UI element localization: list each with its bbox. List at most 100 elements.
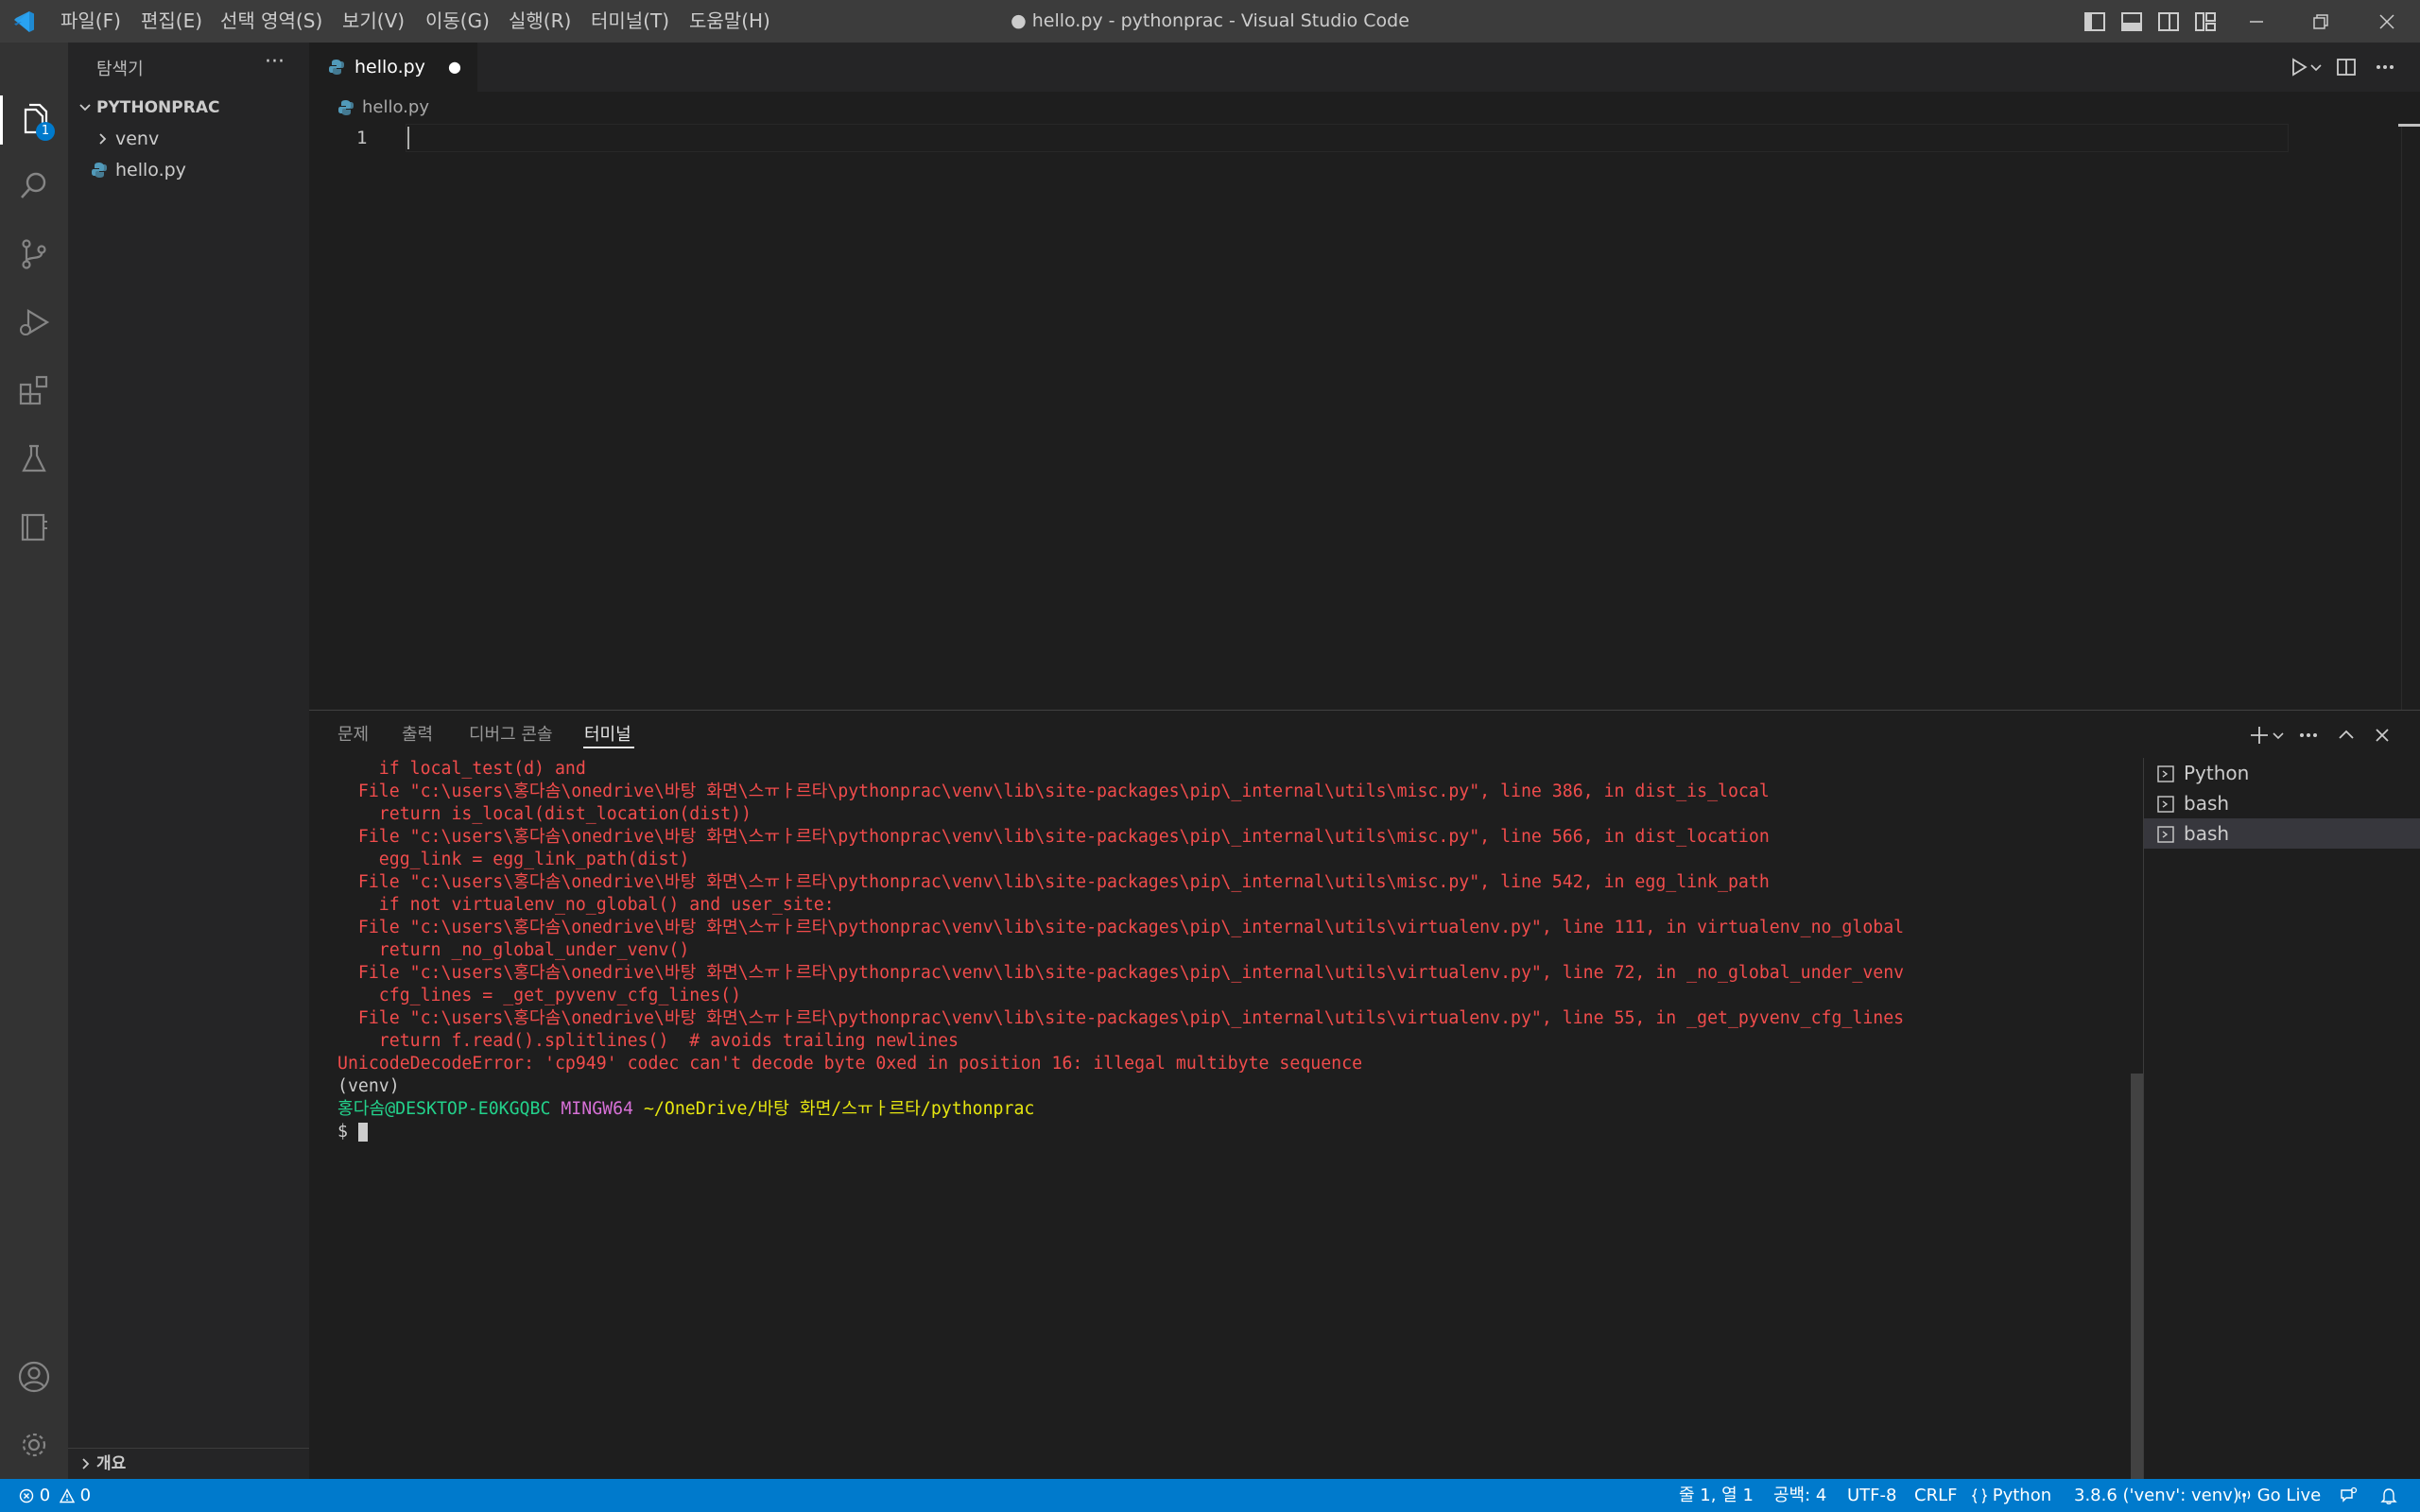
tree-item-venv[interactable]: venv	[68, 124, 309, 154]
text-cursor	[407, 127, 409, 149]
chevron-right-icon	[93, 124, 112, 154]
editor-more-actions-icon[interactable]	[2373, 55, 2397, 79]
python-file-icon	[91, 162, 108, 179]
terminal-input-line: $	[337, 1121, 368, 1143]
close-panel-icon[interactable]	[2370, 723, 2394, 747]
outline-section[interactable]: 개요	[68, 1448, 309, 1480]
split-editor-icon[interactable]	[2334, 55, 2359, 79]
panel-tab-problems[interactable]: 문제	[337, 711, 369, 760]
terminal-icon	[2157, 796, 2174, 813]
terminal-tab-bash-2[interactable]: bash	[2144, 818, 2420, 849]
panel-tab-terminal[interactable]: 터미널	[584, 711, 631, 760]
panel-tab-debug-console[interactable]: 디버그 콘솔	[469, 711, 553, 760]
terminal-tab-label: Python	[2184, 762, 2250, 784]
terminal-tab-bash-1[interactable]: bash	[2144, 788, 2420, 818]
search-icon[interactable]	[17, 169, 51, 203]
terminal-line: File "c:\users\홍다솜\onedrive\바탕 화면\스ㅠㅏ르타\…	[337, 782, 1770, 801]
end-of-line[interactable]: CRLF	[1914, 1479, 1957, 1512]
close-window-icon[interactable]	[2375, 9, 2399, 34]
terminal-line: File "c:\users\홍다솜\onedrive\바탕 화면\스ㅠㅏ르타\…	[337, 918, 1905, 937]
terminal-tab-label: bash	[2184, 822, 2230, 845]
notebook-icon[interactable]	[17, 509, 51, 543]
panel-tab-output[interactable]: 출력	[402, 711, 433, 760]
minimize-icon[interactable]	[2244, 9, 2269, 34]
breadcrumb: hello.py	[309, 92, 2420, 124]
status-bar: 0 0 줄 1, 열 1 공백: 4 UTF-8 CRLF Python 3.8…	[0, 1479, 2420, 1512]
terminal-line: if local_test(d) and	[337, 759, 586, 779]
panel-more-actions-icon[interactable]	[2296, 723, 2321, 747]
run-dropdown-chevron-icon[interactable]	[2308, 55, 2324, 79]
terminal-error-line: UnicodeDecodeError: 'cp949' codec can't …	[337, 1054, 1363, 1074]
new-terminal-plus-icon[interactable]	[2247, 723, 2272, 747]
breadcrumb-file[interactable]: hello.py	[362, 92, 429, 124]
active-indicator	[0, 95, 3, 145]
unsaved-dot-icon[interactable]: ●	[448, 43, 461, 92]
terminal-line: egg_link = egg_link_path(dist)	[337, 850, 690, 869]
menu-view[interactable]: 보기(V)	[342, 0, 405, 43]
cursor-position[interactable]: 줄 1, 열 1	[1679, 1479, 1754, 1512]
editor-tab-bar: hello.py ●	[309, 43, 2420, 92]
workspace-root-row[interactable]: PYTHONPRAC	[68, 93, 309, 123]
code-editor[interactable]: 1	[309, 124, 2420, 710]
notifications-bell-icon[interactable]	[2379, 1486, 2398, 1505]
menu-go[interactable]: 이동(G)	[425, 0, 490, 43]
error-count: 0	[39, 1486, 51, 1505]
toggle-secondary-sidebar-icon[interactable]	[2156, 9, 2181, 34]
customize-layout-icon[interactable]	[2193, 9, 2218, 34]
go-live-label: Go Live	[2256, 1486, 2322, 1505]
prompt-symbol: $	[337, 1122, 348, 1142]
maximize-panel-chevron-up-icon[interactable]	[2334, 723, 2359, 747]
terminal-line: cfg_lines = _get_pyvenv_cfg_lines()	[337, 986, 742, 1005]
language-mode[interactable]: Python	[1972, 1479, 2051, 1512]
extensions-icon[interactable]	[17, 373, 51, 407]
terminal-line: File "c:\users\홍다솜\onedrive\바탕 화면\스ㅠㅏ르타\…	[337, 963, 1905, 983]
terminal-tab-label: bash	[2184, 792, 2230, 815]
terminal-line: return is_local(dist_location(dist))	[337, 804, 752, 824]
explorer-sidebar: 탐색기 ··· PYTHONPRAC venv hello.py 개요	[68, 43, 309, 1479]
workspace-root-label: PYTHONPRAC	[96, 98, 220, 117]
tree-item-label: hello.py	[115, 160, 186, 180]
broadcast-icon	[2237, 1488, 2252, 1503]
terminal-line: if not virtualenv_no_global() and user_s…	[337, 895, 835, 915]
terminal-venv-line: (venv)	[337, 1076, 400, 1096]
manage-gear-icon[interactable]	[17, 1428, 51, 1462]
overview-ruler	[2401, 124, 2402, 710]
terminal-icon	[2157, 826, 2174, 843]
menu-run[interactable]: 실행(R)	[509, 0, 571, 43]
menu-edit[interactable]: 편집(E)	[141, 0, 202, 43]
terminal-prompt-line: 홍다솜@DESKTOP-E0KGQBC MINGW64 ~/OneDrive/바…	[337, 1098, 1034, 1121]
python-interpreter[interactable]: 3.8.6 ('venv': venv)	[2074, 1479, 2239, 1512]
testing-icon[interactable]	[17, 441, 51, 475]
terminal-cursor	[357, 1123, 368, 1142]
chevron-right-icon	[76, 1449, 95, 1480]
problems-indicator[interactable]: 0 0	[19, 1479, 91, 1512]
terminal-tab-python[interactable]: Python	[2144, 758, 2420, 788]
menu-help[interactable]: 도움말(H)	[689, 0, 770, 43]
run-debug-icon[interactable]	[17, 305, 51, 339]
terminal-view[interactable]: if local_test(d) and File "c:\users\홍다솜\…	[309, 758, 2143, 1480]
toggle-primary-sidebar-icon[interactable]	[2083, 9, 2107, 34]
menu-terminal[interactable]: 터미널(T)	[591, 0, 669, 43]
warning-icon	[59, 1488, 75, 1503]
restore-icon[interactable]	[2308, 9, 2333, 34]
source-control-icon[interactable]	[17, 237, 51, 271]
outline-label: 개요	[96, 1454, 127, 1473]
tab-hello-py[interactable]: hello.py ●	[309, 43, 477, 92]
terminal-line: File "c:\users\홍다솜\onedrive\바탕 화면\스ㅠㅏ르타\…	[337, 872, 1770, 892]
go-live-button[interactable]: Go Live	[2237, 1479, 2321, 1512]
line-number: 1	[356, 128, 368, 148]
activity-bar: 1	[0, 43, 68, 1479]
feedback-icon[interactable]	[2339, 1486, 2358, 1505]
toggle-panel-icon[interactable]	[2119, 9, 2144, 34]
indentation[interactable]: 공백: 4	[1773, 1479, 1826, 1512]
menu-selection[interactable]: 선택 영역(S)	[220, 0, 322, 43]
views-more-actions[interactable]: ···	[265, 50, 285, 74]
terminal-line: File "c:\users\홍다솜\onedrive\바탕 화면\스ㅠㅏ르타\…	[337, 827, 1770, 847]
terminal-scrollbar-thumb[interactable]	[2131, 1074, 2143, 1480]
accounts-icon[interactable]	[17, 1360, 51, 1394]
menu-file[interactable]: 파일(F)	[60, 0, 121, 43]
terminal-profile-chevron-icon[interactable]	[2271, 723, 2286, 747]
vscode-logo-icon	[11, 9, 36, 34]
encoding[interactable]: UTF-8	[1847, 1479, 1896, 1512]
tree-item-hello-py[interactable]: hello.py	[68, 155, 309, 185]
